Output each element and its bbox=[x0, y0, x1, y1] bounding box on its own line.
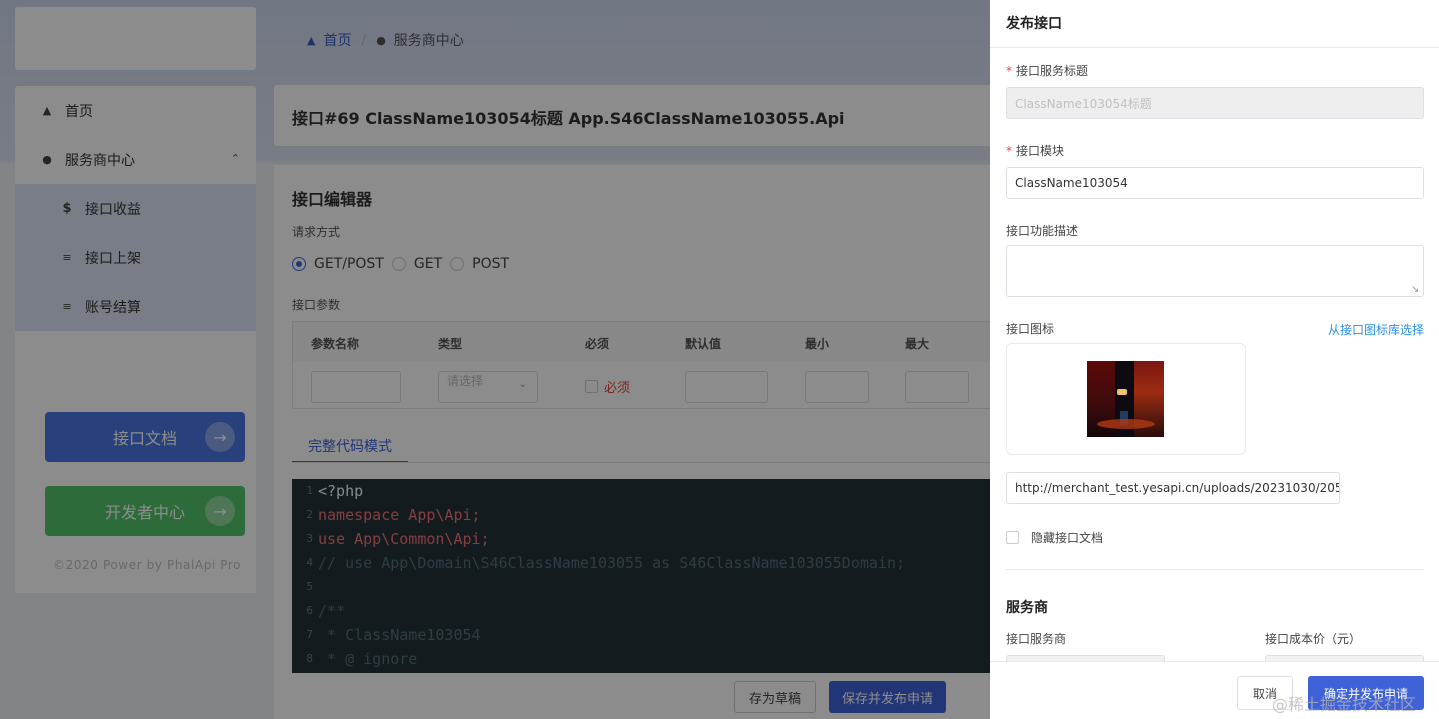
label-text: 接口服务标题 bbox=[1016, 64, 1089, 78]
watermark: @稀土掘金技术社区 bbox=[1272, 695, 1417, 714]
required-star: * bbox=[1006, 64, 1012, 78]
icon-label: 接口图标 bbox=[1006, 322, 1055, 336]
hide-doc-checkbox[interactable] bbox=[1006, 531, 1019, 544]
choose-icon-link[interactable]: 从接口图标库选择 bbox=[1328, 321, 1424, 338]
modal-overlay[interactable] bbox=[0, 0, 990, 719]
cost-label: 接口成本价（元） bbox=[1265, 632, 1362, 646]
api-icon-image bbox=[1087, 361, 1164, 437]
icon-upload-box[interactable] bbox=[1006, 343, 1246, 455]
section-divider bbox=[1006, 569, 1424, 570]
publish-drawer: 发布接口 * 接口服务标题 ClassName103054标题 * 接口模块 Cla… bbox=[990, 0, 1439, 719]
drawer-title: 发布接口 bbox=[1006, 16, 1062, 32]
required-star: * bbox=[1006, 144, 1012, 158]
module-input[interactable]: ClassName103054 bbox=[1006, 167, 1424, 199]
service-title-label: * 接口服务标题 bbox=[1006, 62, 1088, 79]
drawer-divider bbox=[990, 47, 1439, 48]
provider-label: 接口服务商 bbox=[1006, 632, 1067, 646]
hide-doc-label: 隐藏接口文档 bbox=[1031, 531, 1104, 545]
label-text: 接口模块 bbox=[1016, 144, 1065, 158]
provider-section-title: 服务商 bbox=[1006, 600, 1048, 616]
hide-doc-option: 隐藏接口文档 bbox=[1006, 529, 1103, 546]
icon-url-input[interactable]: http://merchant_test.yesapi.cn/uploads/2… bbox=[1006, 472, 1340, 504]
description-textarea[interactable] bbox=[1006, 245, 1424, 297]
description-label: 接口功能描述 bbox=[1006, 224, 1079, 238]
service-title-input: ClassName103054标题 bbox=[1006, 87, 1424, 119]
resize-handle-icon[interactable]: ↘ bbox=[1411, 284, 1419, 295]
module-label: * 接口模块 bbox=[1006, 142, 1064, 159]
